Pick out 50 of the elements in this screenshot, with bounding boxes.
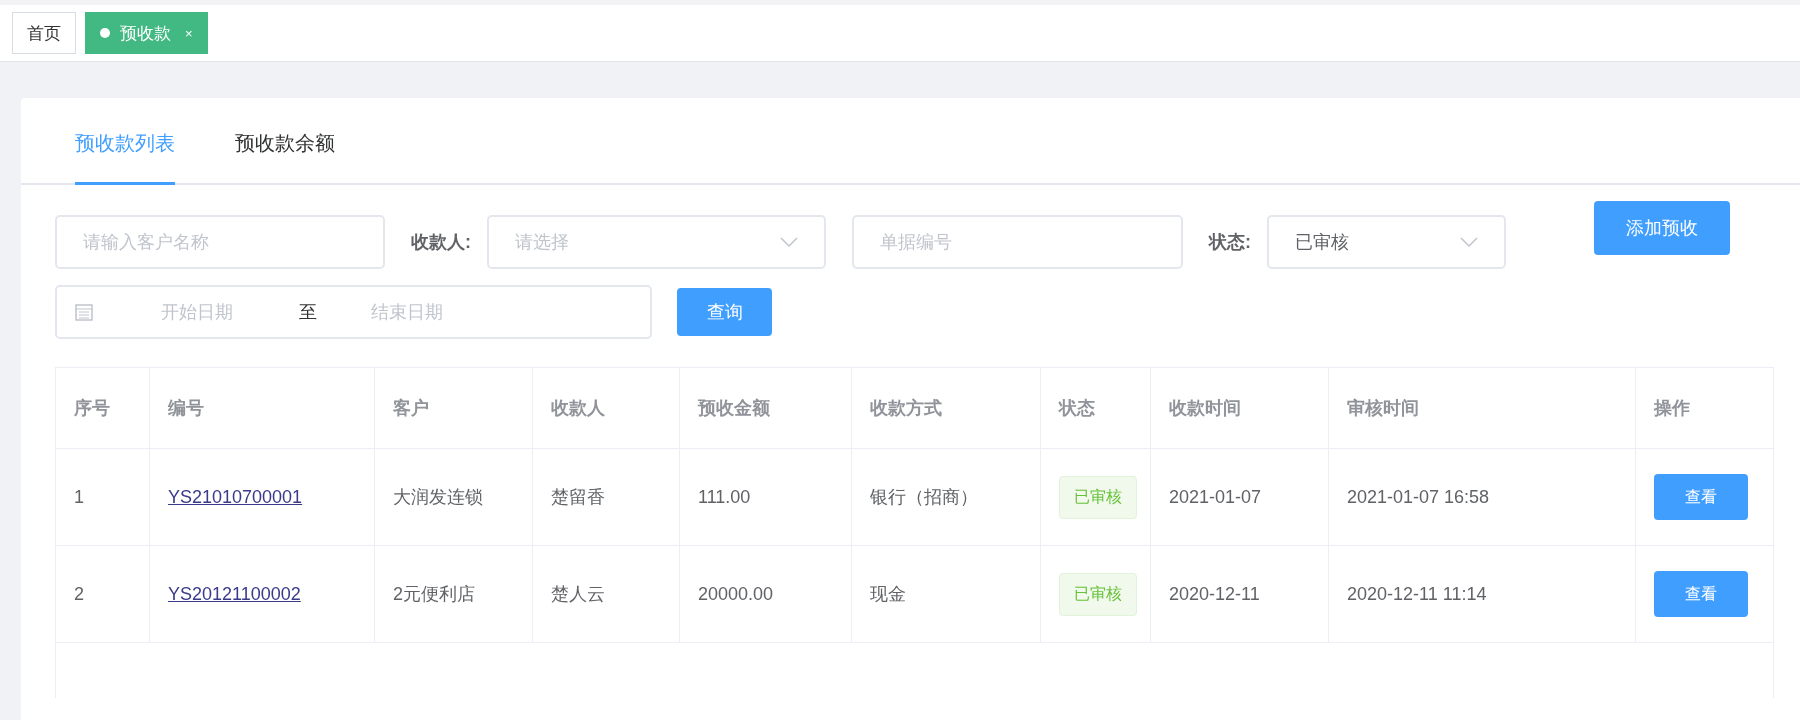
table-cell-text: 楚留香 <box>551 486 605 509</box>
chevron-down-icon <box>1460 237 1478 247</box>
table-cell-text: 大润发连锁 <box>393 486 483 509</box>
document-link[interactable]: YS21010700001 <box>168 486 303 508</box>
tab-label: 首页 <box>27 22 61 45</box>
add-button[interactable]: 添加预收 <box>1594 201 1730 255</box>
column-header: 收款方式 <box>870 397 942 420</box>
view-button[interactable]: 查看 <box>1654 571 1748 617</box>
status-label: 状态: <box>1209 231 1251 254</box>
status-select[interactable]: 已审核 <box>1267 215 1506 269</box>
section-tab[interactable]: 预收款余额 <box>235 130 335 185</box>
table-cell-text: 现金 <box>870 583 906 606</box>
status-tag: 已审核 <box>1059 572 1137 616</box>
column-header: 状态 <box>1059 397 1095 420</box>
column-header: 序号 <box>74 397 110 420</box>
table-cell: 2021-01-07 <box>1169 486 1262 508</box>
document-link[interactable]: YS20121100002 <box>168 583 301 605</box>
tab-label: 预收款 <box>120 22 171 45</box>
column-header: 编号 <box>168 397 204 420</box>
document-number-field[interactable]: 单据编号 <box>852 215 1183 269</box>
table-cell: 2020-12-11 11:14 <box>1347 583 1487 605</box>
section-tab[interactable]: 预收款列表 <box>75 130 175 185</box>
payee-select[interactable]: 请选择 <box>487 215 826 269</box>
table-cell: 2020-12-11 <box>1169 583 1260 605</box>
column-header: 收款人 <box>551 397 605 420</box>
status-tag: 已审核 <box>1059 475 1137 519</box>
table-cell-text: 2元便利店 <box>393 583 475 606</box>
customer-input-field[interactable]: 请输入客户名称 <box>55 215 385 269</box>
column-header: 收款时间 <box>1169 397 1241 420</box>
table-cell: 2 <box>74 583 84 605</box>
active-dot-icon <box>100 28 110 38</box>
close-icon[interactable]: × <box>185 25 193 41</box>
payee-label: 收款人: <box>411 231 471 254</box>
chevron-down-icon <box>780 237 798 247</box>
page-tab[interactable]: 预收款 × <box>85 12 208 54</box>
page-tab[interactable]: 首页 <box>12 12 76 54</box>
column-header: 客户 <box>393 397 429 420</box>
column-header: 审核时间 <box>1347 397 1419 420</box>
table-cell-text: 楚人云 <box>551 583 605 606</box>
column-header: 预收金额 <box>698 397 770 420</box>
column-header: 操作 <box>1654 397 1690 420</box>
date-range-field[interactable]: 开始日期 至 结束日期 <box>55 285 652 339</box>
query-button[interactable]: 查询 <box>677 288 772 336</box>
view-button[interactable]: 查看 <box>1654 474 1748 520</box>
table-cell: 1 <box>74 486 84 508</box>
table-cell: 111.00 <box>698 486 751 508</box>
table-cell: 2021-01-07 16:58 <box>1347 486 1490 508</box>
table-cell: 20000.00 <box>698 583 774 605</box>
calendar-icon <box>75 303 93 321</box>
table-cell-text: 银行（招商） <box>870 486 978 509</box>
